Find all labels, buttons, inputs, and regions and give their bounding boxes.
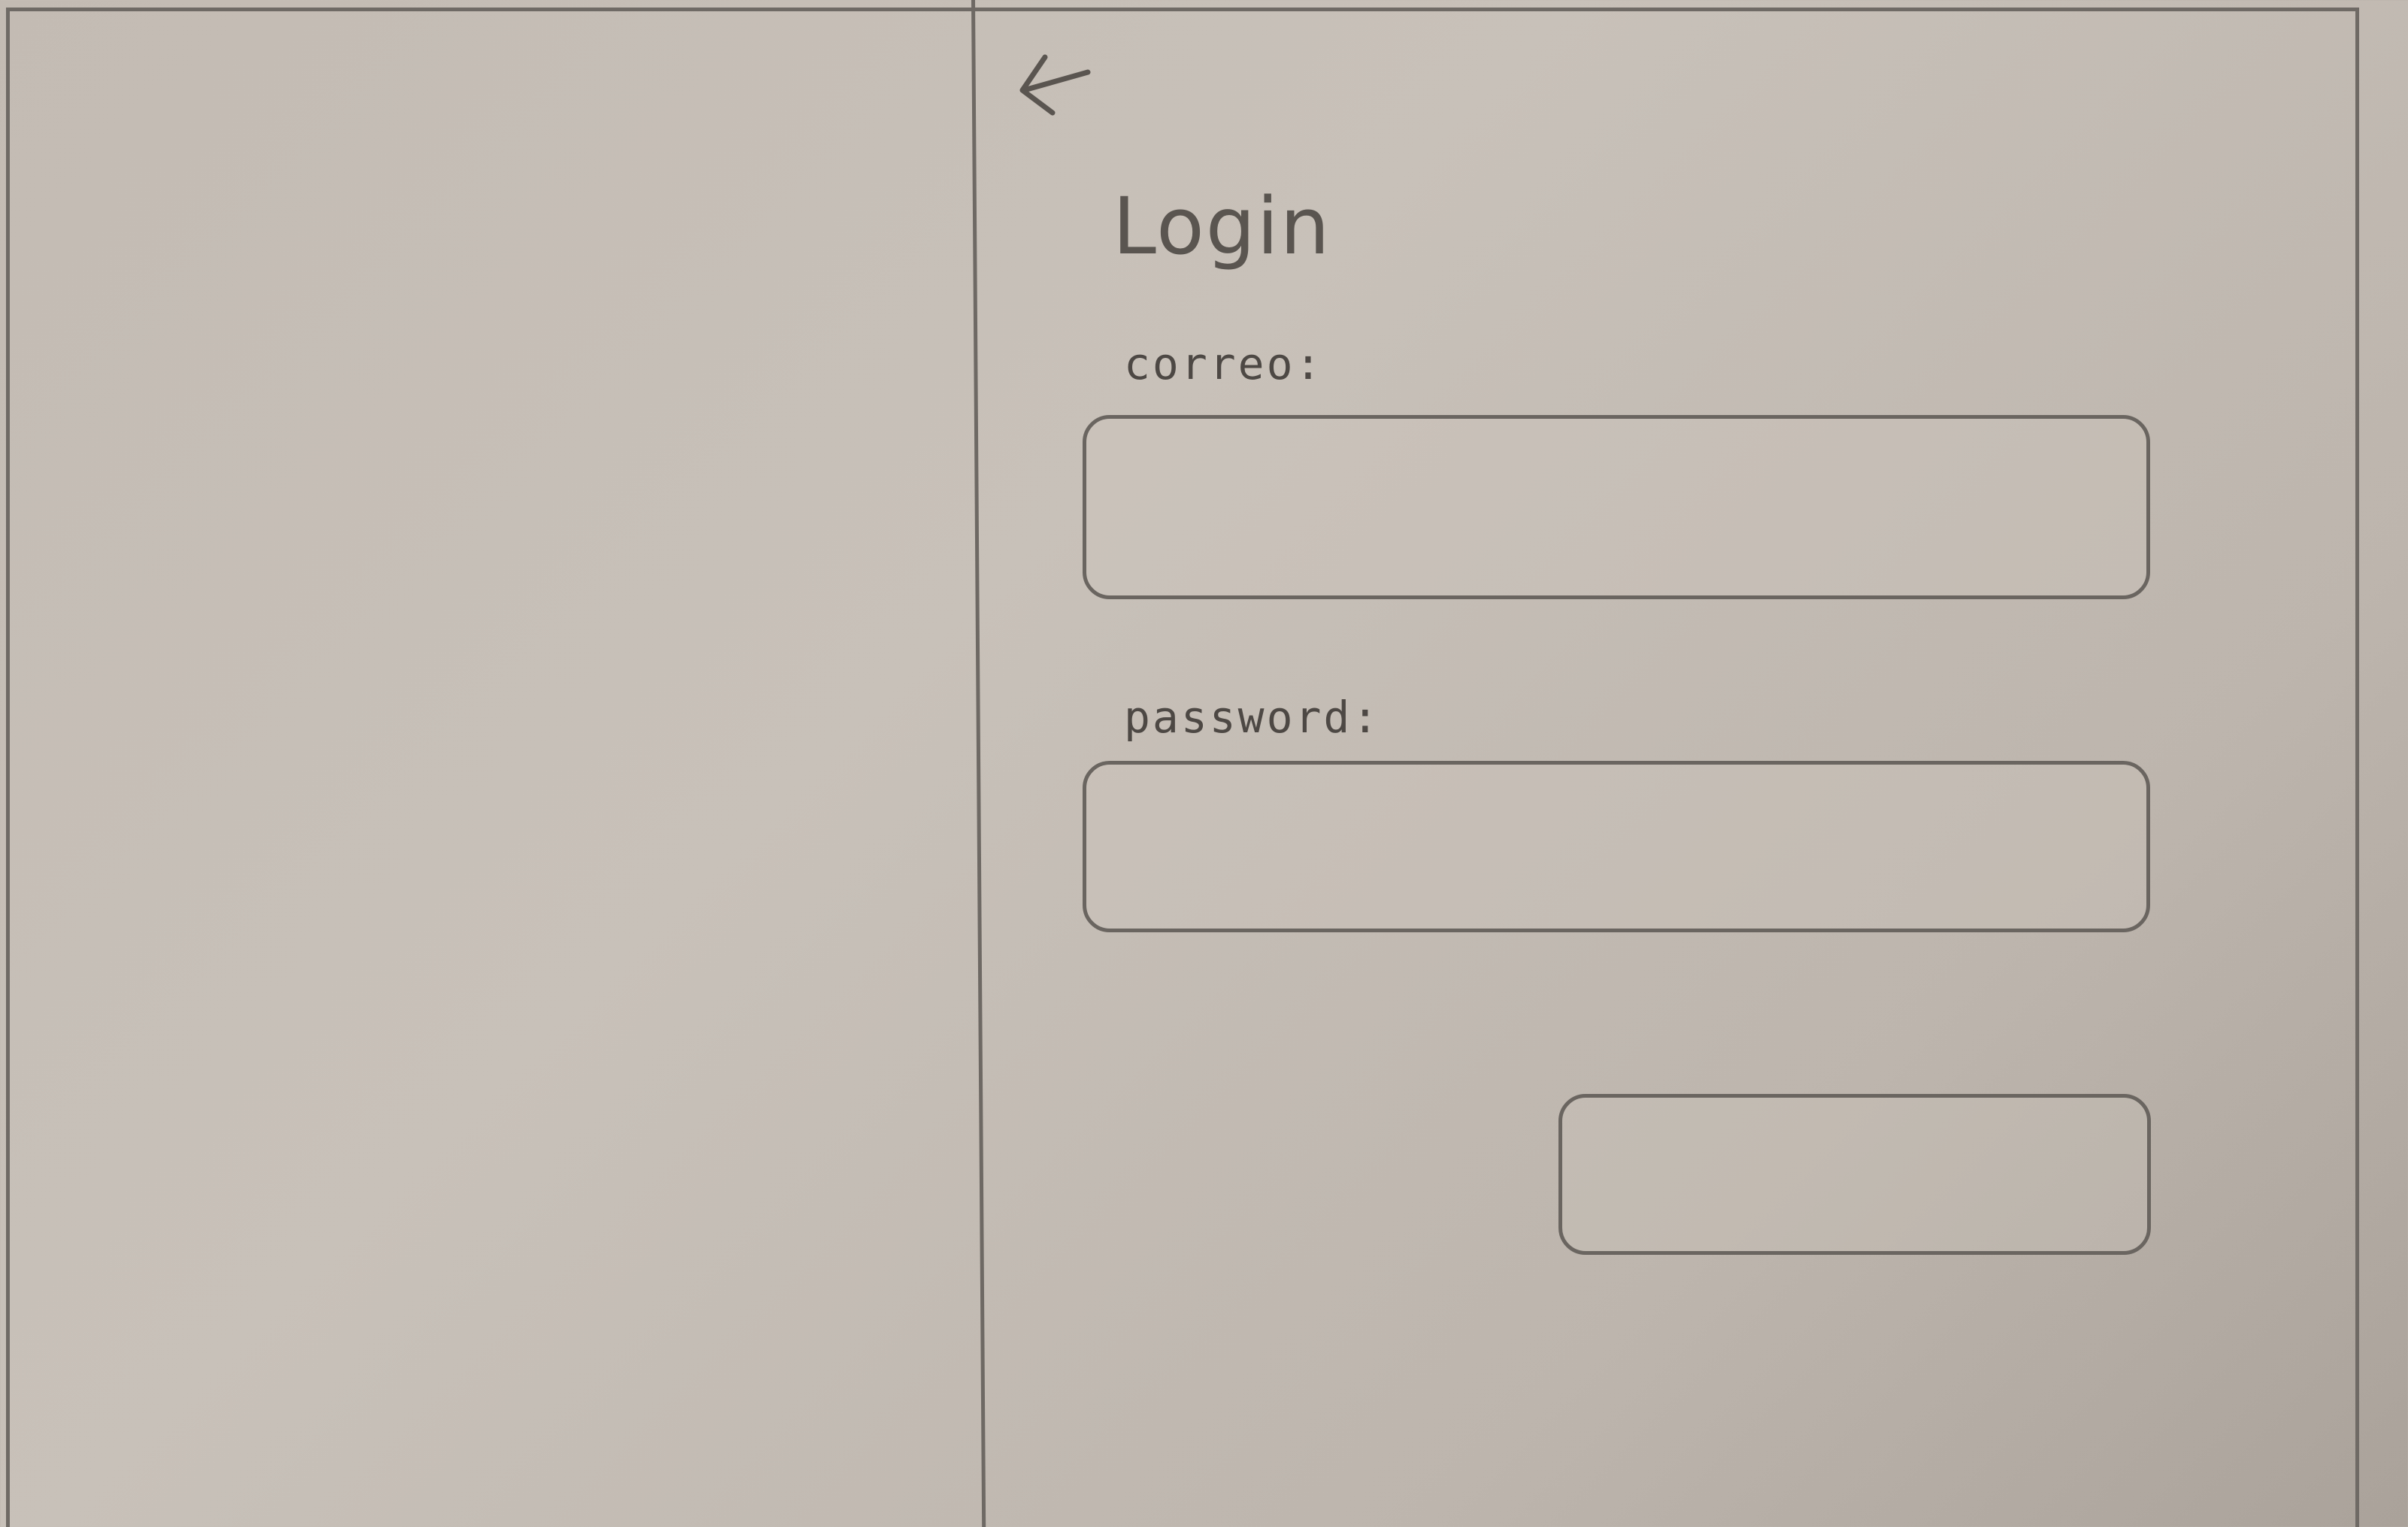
- back-button[interactable]: [1009, 44, 1099, 119]
- password-field[interactable]: [1083, 761, 2150, 932]
- left-panel: [0, 0, 977, 1527]
- submit-button[interactable]: [1558, 1094, 2151, 1255]
- email-field[interactable]: [1083, 415, 2150, 599]
- page-title: Login: [1113, 180, 1331, 272]
- arrow-left-icon: [1019, 54, 1091, 116]
- login-panel: Login correo: password:: [977, 0, 2361, 1527]
- email-label: correo:: [1124, 338, 1324, 389]
- password-label: password:: [1124, 692, 1381, 743]
